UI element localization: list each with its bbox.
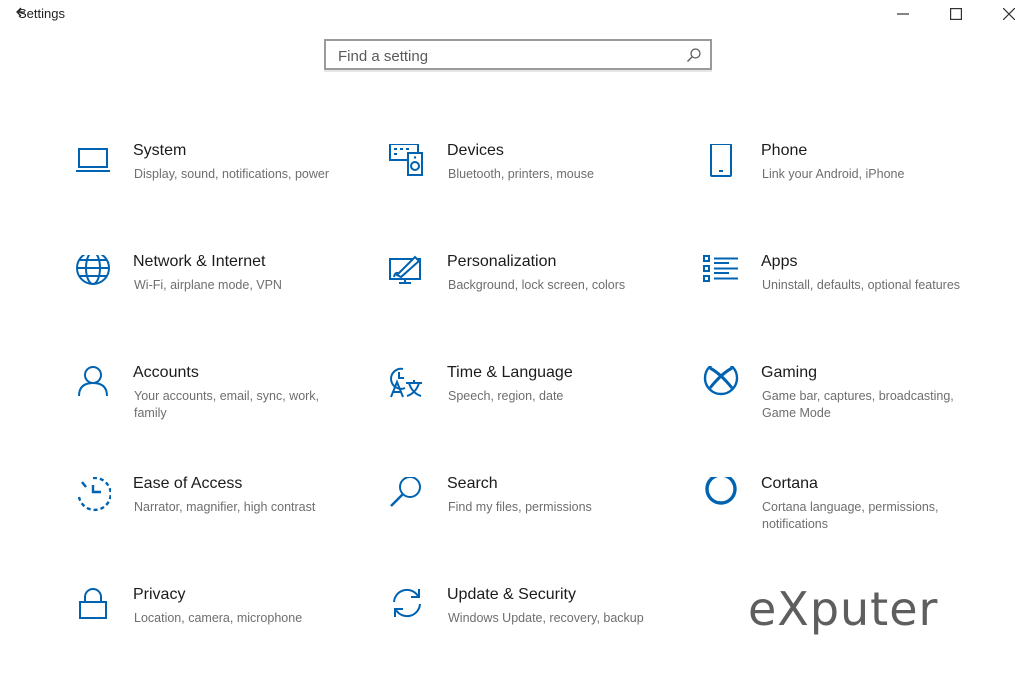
tile-title: System bbox=[133, 142, 187, 159]
tile-description: Bluetooth, printers, mouse bbox=[448, 167, 594, 181]
tile-personalization[interactable]: Personalization Background, lock screen,… bbox=[389, 253, 689, 345]
tile-title: Devices bbox=[447, 142, 504, 159]
tile-title: Privacy bbox=[133, 586, 186, 603]
minimize-button[interactable] bbox=[880, 0, 926, 28]
tile-title: Personalization bbox=[447, 253, 557, 270]
paint-tablet-icon bbox=[389, 255, 425, 291]
tile-network-internet[interactable]: Network & Internet Wi-Fi, airplane mode,… bbox=[75, 251, 375, 345]
close-button[interactable] bbox=[986, 0, 1024, 28]
tile-description: Display, sound, notifications, power bbox=[134, 167, 330, 181]
tile-title: Search bbox=[447, 475, 498, 492]
tile-time-language[interactable]: Time & Language Speech, region, date bbox=[389, 364, 689, 456]
tile-title: Apps bbox=[761, 253, 798, 270]
xbox-icon bbox=[703, 360, 739, 402]
tile-description: Game bar, captures, broadcasting, Game M… bbox=[762, 389, 954, 420]
tile-description: Windows Update, recovery, backup bbox=[448, 611, 644, 625]
search-box[interactable] bbox=[324, 39, 712, 70]
cortana-icon bbox=[703, 473, 739, 513]
tile-apps[interactable]: Apps Uninstall, defaults, optional featu… bbox=[703, 253, 1003, 345]
tile-description: Location, camera, microphone bbox=[134, 611, 303, 625]
tile-title: Cortana bbox=[761, 475, 818, 492]
clock-language-icon bbox=[389, 366, 425, 402]
maximize-icon bbox=[950, 8, 962, 20]
tile-privacy[interactable]: Privacy Location, camera, microphone bbox=[75, 586, 375, 678]
magnifier-icon bbox=[389, 476, 425, 513]
watermark-text: eXputer bbox=[748, 582, 939, 636]
tile-update-security[interactable]: Update & Security Windows Update, recove… bbox=[389, 586, 689, 678]
lock-icon bbox=[75, 588, 111, 624]
keyboard-speaker-icon bbox=[389, 143, 425, 180]
tile-cortana[interactable]: Cortana Cortana language, permissions, n… bbox=[703, 473, 1003, 567]
tile-phone[interactable]: Phone Link your Android, iPhone bbox=[703, 142, 1003, 234]
minimize-icon bbox=[897, 13, 909, 15]
tile-title: Ease of Access bbox=[133, 475, 243, 492]
laptop-icon bbox=[75, 144, 111, 180]
search-input[interactable] bbox=[336, 45, 670, 67]
tile-title: Gaming bbox=[761, 364, 818, 381]
tile-system[interactable]: System Display, sound, notifications, po… bbox=[75, 142, 375, 234]
tile-description: Your accounts, email, sync, work, family bbox=[134, 389, 320, 420]
tile-description: Wi-Fi, airplane mode, VPN bbox=[134, 278, 282, 292]
tile-description: Narrator, magnifier, high contrast bbox=[134, 500, 316, 514]
tile-title: Update & Security bbox=[447, 586, 576, 603]
tile-description: Find my files, permissions bbox=[448, 500, 592, 514]
tile-title: Network & Internet bbox=[133, 253, 266, 270]
tile-description: Uninstall, defaults, optional features bbox=[762, 278, 961, 292]
globe-icon bbox=[75, 251, 111, 291]
sync-arrows-icon bbox=[389, 588, 425, 624]
phone-icon bbox=[703, 143, 739, 180]
tile-gaming[interactable]: Gaming Game bar, captures, broadcasting,… bbox=[703, 360, 1003, 456]
tile-description: Link your Android, iPhone bbox=[762, 167, 905, 181]
apps-list-icon bbox=[703, 255, 739, 291]
tile-description: Speech, region, date bbox=[448, 389, 564, 403]
maximize-button[interactable] bbox=[933, 0, 979, 28]
search-icon[interactable] bbox=[686, 47, 702, 63]
title-bar: Settings bbox=[0, 0, 1024, 30]
tile-ease-of-access[interactable]: Ease of Access Narrator, magnifier, high… bbox=[75, 475, 375, 567]
ease-of-access-icon bbox=[75, 476, 112, 513]
window-title: Settings bbox=[18, 6, 65, 21]
tile-title: Accounts bbox=[133, 364, 199, 381]
tile-description: Background, lock screen, colors bbox=[448, 278, 626, 292]
tile-description: Cortana language, permissions, notificat… bbox=[762, 500, 939, 531]
tile-title: Phone bbox=[761, 142, 808, 159]
tile-accounts[interactable]: Accounts Your accounts, email, sync, wor… bbox=[75, 364, 375, 456]
tile-search[interactable]: Search Find my files, permissions bbox=[389, 475, 689, 567]
person-icon bbox=[75, 366, 111, 402]
tile-title: Time & Language bbox=[447, 364, 573, 381]
tile-devices[interactable]: Devices Bluetooth, printers, mouse bbox=[389, 142, 689, 234]
close-icon bbox=[1003, 8, 1015, 20]
